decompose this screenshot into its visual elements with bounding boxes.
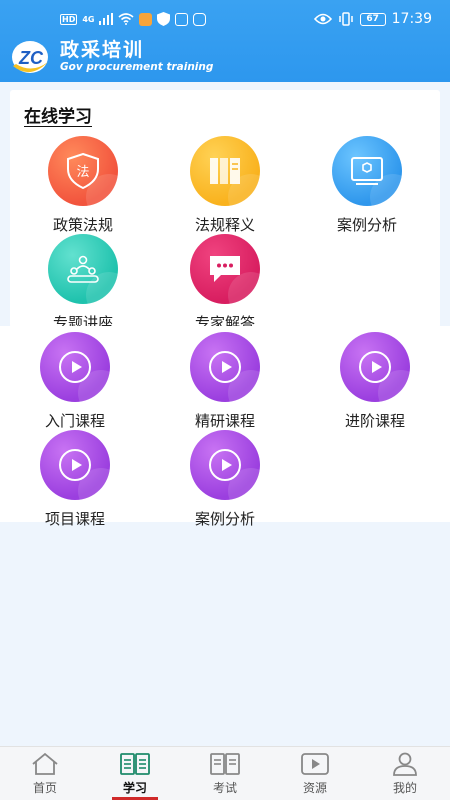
eye-icon (313, 13, 332, 25)
app-notification-icon (193, 12, 207, 26)
hd-icon: HD (60, 13, 78, 25)
grid-item-project-course[interactable]: 项目课程 (15, 430, 135, 529)
play-icon (40, 430, 110, 500)
user-icon (360, 751, 450, 777)
nav-label: 学习 (122, 781, 147, 795)
nav-item-study[interactable]: 学习 (90, 747, 180, 800)
exam-book-icon (180, 751, 270, 777)
play-icon (340, 332, 410, 402)
item-label: 案例分析 (194, 510, 255, 528)
signal-bars-icon (99, 13, 114, 25)
app-notification-icon (139, 12, 153, 26)
item-label: 项目课程 (44, 510, 105, 528)
video-resource-icon (270, 751, 360, 777)
item-label: 法规释义 (194, 216, 255, 234)
courses-card: 入门课程 精研课程 进阶课程 项目课程 案例分析 (0, 326, 450, 528)
play-icon (40, 332, 110, 402)
nav-label: 资源 (302, 781, 327, 795)
signal-type-label: 4G (82, 14, 95, 24)
item-label: 进阶课程 (344, 412, 405, 430)
nav-item-exam[interactable]: 考试 (180, 747, 270, 800)
app-header: HD 4G 67 17:39 ZC 政采培训 Gov procurement t… (0, 0, 450, 82)
study-book-icon (90, 751, 180, 777)
app-subtitle: Gov procurement training (60, 61, 214, 73)
grid-item-expert-answers[interactable]: 专家解答 (165, 234, 285, 333)
grid-item-policy-regulations[interactable]: 法 政策法规 (23, 136, 143, 235)
play-icon (190, 430, 260, 500)
shield-icon (157, 12, 171, 26)
lecture-icon (48, 234, 118, 304)
law-shield-icon: 法 (48, 136, 118, 206)
app-logo: ZC (10, 36, 56, 76)
item-label: 案例分析 (336, 216, 397, 234)
home-icon (0, 751, 90, 777)
vibrate-icon (338, 12, 353, 26)
grid-item-case-analysis[interactable]: 案例分析 (307, 136, 427, 235)
book-shelf-icon (190, 136, 260, 206)
status-time: 17:39 (391, 11, 432, 27)
battery-icon: 67 (359, 12, 386, 26)
svg-text:ZC: ZC (18, 48, 44, 68)
item-label: 入门课程 (44, 412, 105, 430)
item-label: 政策法规 (52, 216, 113, 234)
section-title: 在线学习 (24, 107, 92, 127)
grid-item-progressive-course[interactable]: 进阶课程 (315, 332, 435, 431)
status-bar: HD 4G 67 17:39 (0, 0, 450, 38)
svg-text:法: 法 (76, 165, 89, 180)
nav-item-mine[interactable]: 我的 (360, 747, 450, 800)
item-label: 精研课程 (194, 412, 255, 430)
play-icon (190, 332, 260, 402)
case-board-icon (332, 136, 402, 206)
nav-item-resources[interactable]: 资源 (270, 747, 360, 800)
bottom-nav: 首页 学习 考试 资源 我的 (0, 746, 450, 800)
online-learning-card: 在线学习 法 政策法规 法规释义 案例分析 专题讲座 专家解答 (10, 90, 440, 332)
grid-item-case-analysis-course[interactable]: 案例分析 (165, 430, 285, 529)
nav-label: 考试 (212, 781, 237, 795)
grid-item-intro-course[interactable]: 入门课程 (15, 332, 135, 431)
nav-label: 我的 (392, 781, 417, 795)
nav-item-home[interactable]: 首页 (0, 747, 90, 800)
grid-item-advanced-study-course[interactable]: 精研课程 (165, 332, 285, 431)
wifi-icon (118, 13, 135, 25)
grid-item-special-lecture[interactable]: 专题讲座 (23, 234, 143, 333)
app-notification-icon (175, 12, 189, 26)
chat-bubble-icon (190, 234, 260, 304)
grid-item-regulation-interpretation[interactable]: 法规释义 (165, 136, 285, 235)
nav-label: 首页 (32, 781, 57, 795)
app-title: 政采培训 (60, 39, 145, 61)
brand: ZC 政采培训 Gov procurement training (10, 36, 213, 76)
